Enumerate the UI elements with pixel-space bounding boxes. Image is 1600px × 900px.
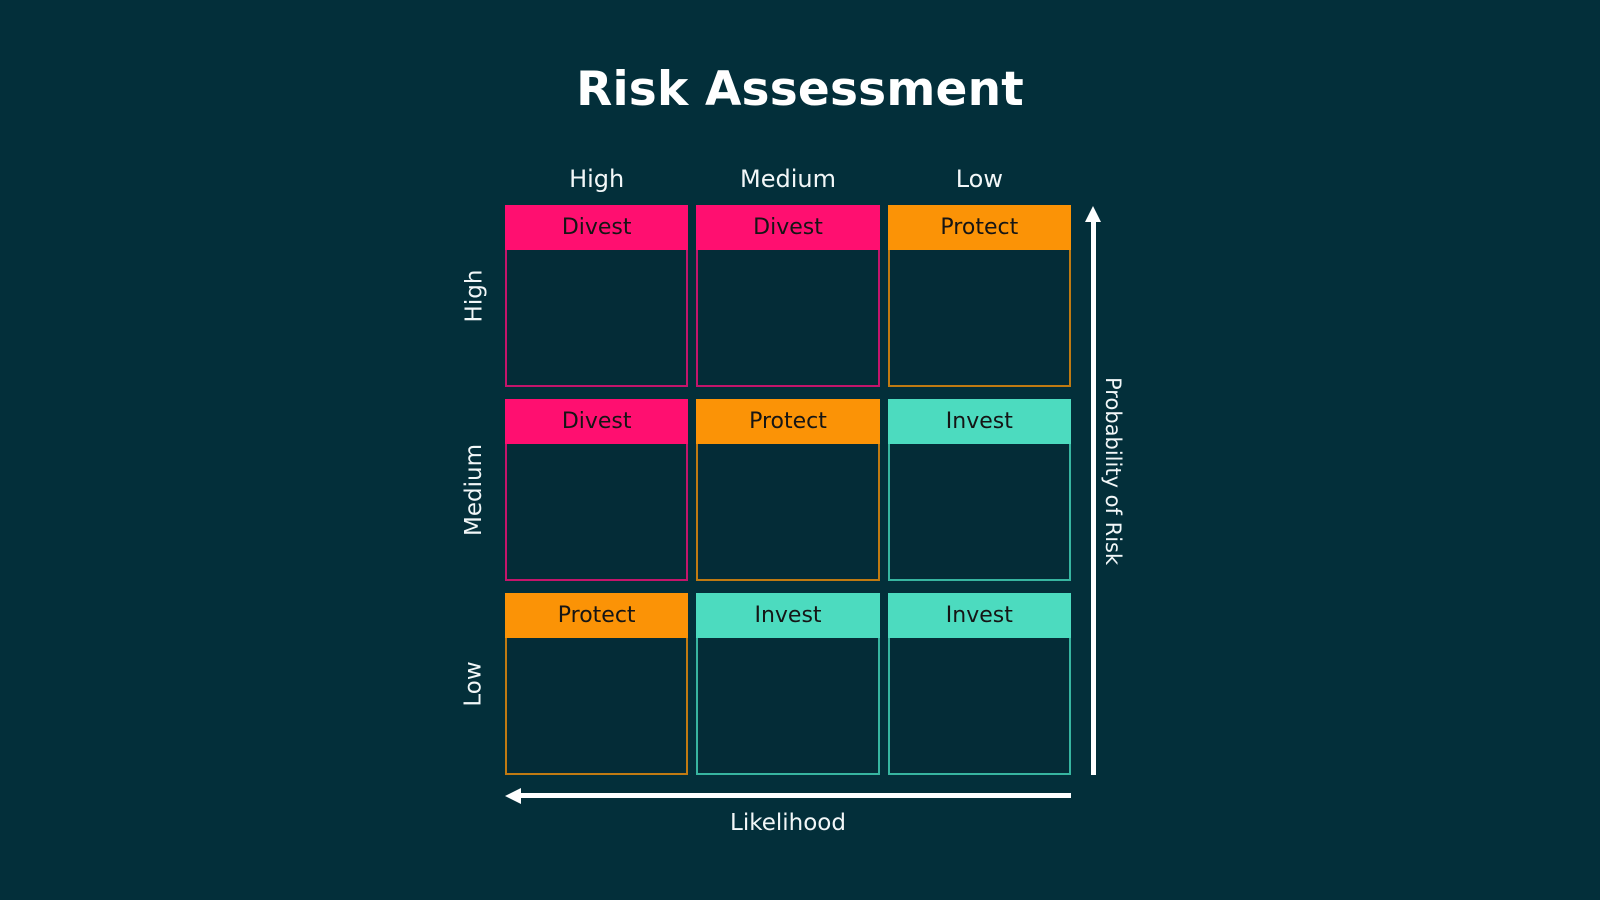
column-header-row: High Medium Low <box>505 162 1071 196</box>
matrix-cell-body <box>698 444 877 579</box>
matrix-cell-label: Divest <box>505 205 689 250</box>
matrix-row-high: Divest Divest Protect <box>505 205 1071 387</box>
x-axis-label: Likelihood <box>730 810 846 836</box>
row-label-low: Low <box>452 593 496 775</box>
matrix-cell-body <box>507 250 686 385</box>
y-axis-arrow-up-icon <box>1085 206 1101 775</box>
column-header-low: Low <box>955 165 1003 193</box>
matrix-cell-label: Protect <box>696 399 880 444</box>
matrix-cell-high-high[interactable]: Divest <box>505 205 689 387</box>
matrix-cell-low-medium[interactable]: Invest <box>696 593 880 775</box>
matrix-row-medium: Divest Protect Invest <box>505 399 1071 581</box>
y-axis-label: Probability of Risk <box>1101 377 1125 566</box>
matrix-cell-label: Invest <box>887 399 1071 444</box>
matrix-cell-body <box>698 638 877 773</box>
row-label-column: High Medium Low <box>452 205 496 775</box>
matrix-cell-medium-high[interactable]: Divest <box>505 399 689 581</box>
x-axis-arrow-left-icon <box>505 788 1071 804</box>
matrix-cell-medium-medium[interactable]: Protect <box>696 399 880 581</box>
matrix-cell-low-low[interactable]: Invest <box>887 593 1071 775</box>
row-label-high: High <box>452 205 496 387</box>
matrix-cell-low-high[interactable]: Protect <box>505 593 689 775</box>
row-label-low-text: Low <box>461 661 488 707</box>
matrix-cell-label: Protect <box>505 593 689 638</box>
column-header-medium: Medium <box>740 165 836 193</box>
matrix-cell-label: Invest <box>887 593 1071 638</box>
matrix-cell-body <box>890 444 1069 579</box>
matrix-cell-body <box>507 444 686 579</box>
row-label-high-text: High <box>461 269 487 323</box>
y-axis-arrow-shaft <box>1091 220 1096 775</box>
row-label-medium-text: Medium <box>461 444 487 536</box>
matrix-cell-body <box>890 638 1069 773</box>
matrix-grid: Divest Divest Protect Divest Protect Inv… <box>505 205 1071 775</box>
matrix-cell-label: Invest <box>696 593 880 638</box>
matrix-cell-body <box>698 250 877 385</box>
matrix-cell-label: Protect <box>887 205 1071 250</box>
x-axis-arrow-shaft <box>519 793 1071 798</box>
matrix-cell-body <box>507 638 686 773</box>
risk-matrix: High Medium Low High Medium Low Divest D… <box>0 0 1600 900</box>
row-label-medium: Medium <box>452 399 496 581</box>
matrix-cell-label: Divest <box>505 399 689 444</box>
matrix-cell-high-medium[interactable]: Divest <box>696 205 880 387</box>
matrix-cell-medium-low[interactable]: Invest <box>887 399 1071 581</box>
matrix-cell-label: Divest <box>696 205 880 250</box>
matrix-cell-high-low[interactable]: Protect <box>887 205 1071 387</box>
column-header-high: High <box>569 165 625 193</box>
matrix-row-low: Protect Invest Invest <box>505 593 1071 775</box>
matrix-cell-body <box>890 250 1069 385</box>
